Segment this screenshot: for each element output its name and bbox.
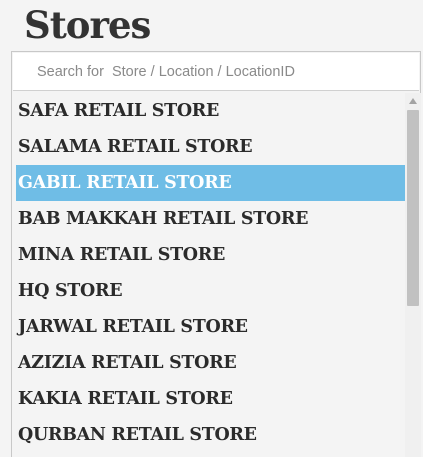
list-scrollbar[interactable] [405, 93, 421, 457]
list-item[interactable]: GABIL RETAIL STORE [16, 165, 406, 201]
chevron-up-icon [409, 98, 417, 104]
list-item[interactable]: KAKIA RETAIL STORE [16, 381, 406, 417]
list-item[interactable]: BAB MAKKAH RETAIL STORE [16, 201, 406, 237]
store-selector-panel: SAFA RETAIL STORE SALAMA RETAIL STORE GA… [11, 51, 421, 457]
page-title: Stores [24, 3, 151, 47]
scroll-up-button[interactable] [405, 93, 421, 109]
list-item[interactable]: SAFA RETAIL STORE [16, 93, 406, 129]
list-item[interactable]: QURBAN RETAIL STORE [16, 417, 406, 453]
store-list: SAFA RETAIL STORE SALAMA RETAIL STORE GA… [16, 93, 406, 457]
list-item[interactable]: AZIZIA RETAIL STORE [16, 345, 406, 381]
search-input[interactable] [13, 53, 419, 90]
list-item[interactable]: JARWAL RETAIL STORE [16, 309, 406, 345]
list-item[interactable]: SALAMA RETAIL STORE [16, 129, 406, 165]
list-item[interactable]: HQ STORE [16, 273, 406, 309]
scrollbar-thumb[interactable] [407, 110, 419, 306]
list-item[interactable]: MINA RETAIL STORE [16, 237, 406, 273]
search-box [13, 53, 419, 91]
